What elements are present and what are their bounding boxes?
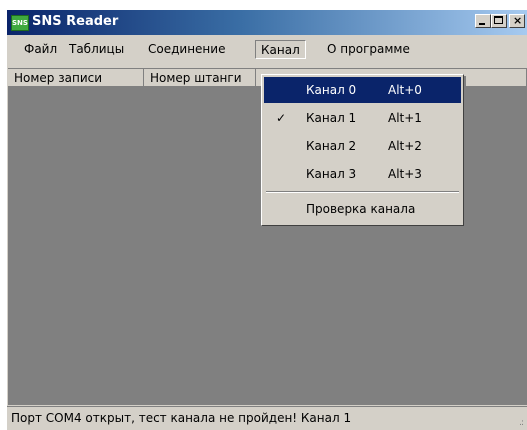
menu-file[interactable]: Файл	[19, 40, 62, 59]
close-button[interactable]: ×	[509, 14, 525, 28]
menu-item-shortcut: Alt+3	[388, 167, 422, 181]
minimize-icon	[479, 23, 485, 25]
minimize-button[interactable]	[475, 14, 491, 28]
status-bar: Порт COM4 открыт, тест канала не пройден…	[7, 406, 527, 430]
menu-item-channel-2[interactable]: Канал 2 Alt+2	[264, 133, 461, 159]
menu-separator	[266, 191, 459, 193]
close-icon: ×	[513, 14, 523, 27]
menu-item-label: Канал 0	[306, 83, 357, 97]
column-header-record-number[interactable]: Номер записи	[8, 69, 144, 87]
menu-tables[interactable]: Таблицы	[64, 40, 129, 59]
menu-item-check-channel[interactable]: Проверка канала	[264, 196, 461, 222]
column-header-rod-number[interactable]: Номер штанги	[144, 69, 256, 87]
status-text: Порт COM4 открыт, тест канала не пройден…	[11, 411, 352, 425]
app-icon[interactable]: SNS	[11, 15, 29, 31]
checkmark-icon: ✓	[276, 111, 287, 125]
menu-item-channel-1[interactable]: ✓ Канал 1 Alt+1	[264, 105, 461, 131]
maximize-button[interactable]	[491, 14, 507, 28]
menu-item-label: Проверка канала	[306, 202, 416, 216]
main-window: SNS SNS Reader × Файл Таблицы Соединение…	[7, 10, 527, 430]
menu-item-label: Канал 1	[306, 111, 357, 125]
menu-item-shortcut: Alt+2	[388, 139, 422, 153]
menu-about[interactable]: О программе	[322, 40, 415, 59]
resize-grip-icon[interactable]: .:	[519, 418, 524, 428]
window-title: SNS Reader	[32, 14, 119, 29]
menu-bar: Файл Таблицы Соединение Канал О программ…	[7, 35, 527, 62]
title-bar[interactable]: SNS SNS Reader ×	[7, 10, 527, 35]
menu-item-shortcut: Alt+0	[388, 83, 422, 97]
channel-dropdown-menu: Канал 0 Alt+0 ✓ Канал 1 Alt+1 Канал 2 Al…	[261, 74, 464, 226]
menu-connection[interactable]: Соединение	[143, 40, 230, 59]
menu-item-channel-0[interactable]: Канал 0 Alt+0	[264, 77, 461, 103]
menu-item-label: Канал 2	[306, 139, 357, 153]
menu-item-channel-3[interactable]: Канал 3 Alt+3	[264, 161, 461, 187]
menu-item-shortcut: Alt+1	[388, 111, 422, 125]
menu-item-label: Канал 3	[306, 167, 357, 181]
menu-channel[interactable]: Канал	[255, 40, 306, 59]
maximize-icon	[494, 16, 503, 24]
